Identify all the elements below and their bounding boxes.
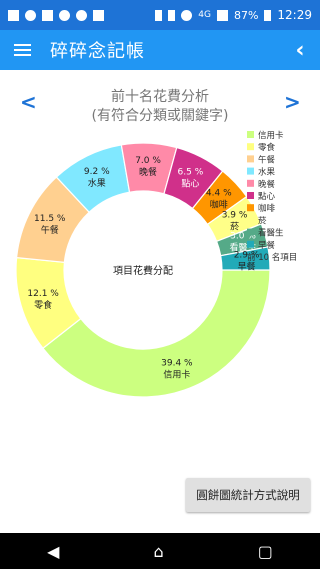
legend-label: 咖啡: [258, 203, 276, 214]
app-bar: 碎碎念記帳 ‹: [0, 30, 320, 70]
nav-home-button[interactable]: ⌂: [154, 542, 164, 561]
legend-label: 零食: [258, 142, 276, 153]
signal-icon: [216, 9, 228, 21]
slice-value-label: 12.1 %: [27, 289, 59, 299]
legend-swatch: [247, 131, 254, 138]
chart-title-line2: (有符合分類或關鍵字): [91, 108, 229, 124]
status-left-icons: [8, 9, 104, 21]
nav-back-button[interactable]: ◀: [47, 542, 59, 561]
slice-value-label: 6.5 %: [178, 167, 204, 177]
legend-swatch: [247, 216, 254, 224]
chart-title: 前十名花費分析 (有符合分類或關鍵字): [60, 88, 260, 126]
battery-percent: 87%: [233, 8, 259, 22]
legend-swatch: [247, 192, 254, 199]
vibrate-icon: [168, 9, 176, 21]
slice-category-label: 晚餐: [139, 166, 157, 178]
legend-swatch: [247, 204, 254, 212]
app-title: 碎碎念記帳: [50, 41, 145, 62]
slice-category-label: 零食: [34, 299, 52, 311]
previous-arrow-button[interactable]: <: [20, 90, 37, 114]
pie-slice-1[interactable]: [42, 269, 271, 398]
slice-category-label: 午餐: [41, 224, 59, 236]
mail-icon: [8, 9, 19, 21]
network-label: 4G: [198, 10, 211, 20]
bluetooth-icon: [155, 9, 163, 21]
chart-title-line1: 前十名花費分析: [111, 89, 209, 105]
status-right-icons: 4G 87% 12:29: [155, 8, 312, 22]
legend-swatch: [247, 167, 254, 175]
slice-category-label: 水果: [88, 177, 106, 189]
next-arrow-button[interactable]: >: [284, 90, 301, 114]
status-bar: 4G 87% 12:29: [0, 0, 320, 30]
legend-label: 午餐: [258, 154, 276, 165]
legend-label: 信用卡: [258, 130, 284, 141]
legend-swatch: [247, 228, 254, 236]
main-content: 39.4 % 信用卡 12.1 % 零食 11.5 % 午餐 9.2 % 水果 7.0 % 晚餐 6…: [0, 70, 320, 533]
pie-chart: 39.4 %信用卡12.1 %零食11.5 %午餐9.2 %水果7.0 %晚餐 6…: [15, 130, 297, 398]
chart-method-help-button[interactable]: 圓餅圖統計方式說明: [186, 478, 310, 512]
spotify-icon: [25, 9, 36, 21]
legend-label: 晚餐: [258, 179, 276, 190]
g-icon: [76, 9, 87, 21]
slice-value-label: 7.0 %: [135, 156, 161, 166]
slice-value-label: 4.4 %: [206, 189, 232, 199]
legend-label: 點心: [258, 191, 276, 202]
slice-category-label: 信用卡: [163, 368, 190, 380]
slice-value-label: 3.9 %: [222, 211, 248, 221]
nav-recent-button[interactable]: ▢: [258, 542, 273, 561]
legend-swatch: [247, 143, 254, 151]
slice-category-label: 咖啡: [210, 199, 228, 211]
chevron-left-icon[interactable]: ‹: [280, 30, 320, 70]
legend-label: 水果: [258, 167, 276, 178]
play-icon: [59, 9, 70, 21]
menu-icon[interactable]: [0, 30, 44, 70]
legend-label: 看醫生: [258, 228, 284, 239]
legend-swatch: [247, 155, 254, 163]
legend-swatch: [247, 179, 254, 187]
image-icon: [93, 9, 104, 21]
legend-title: 前 10 名項目: [247, 252, 297, 263]
slice-value-label: 9.2 %: [84, 167, 110, 177]
legend-label: 早餐: [258, 241, 276, 251]
system-nav-bar: ◀ ⌂ ▢: [0, 533, 320, 569]
slice-value-label: 39.4 %: [161, 358, 193, 368]
chart-center-label: 項目花費分配: [113, 264, 173, 277]
legend-label: 菸: [258, 215, 267, 226]
alarm-icon: [181, 9, 193, 21]
no-signal-icon: [42, 9, 53, 21]
status-time: 12:29: [277, 8, 312, 22]
slice-category-label: 點心: [181, 177, 199, 189]
battery-icon: [264, 9, 272, 21]
legend-swatch: [247, 240, 254, 248]
slice-value-label: 11.5 %: [34, 214, 66, 224]
